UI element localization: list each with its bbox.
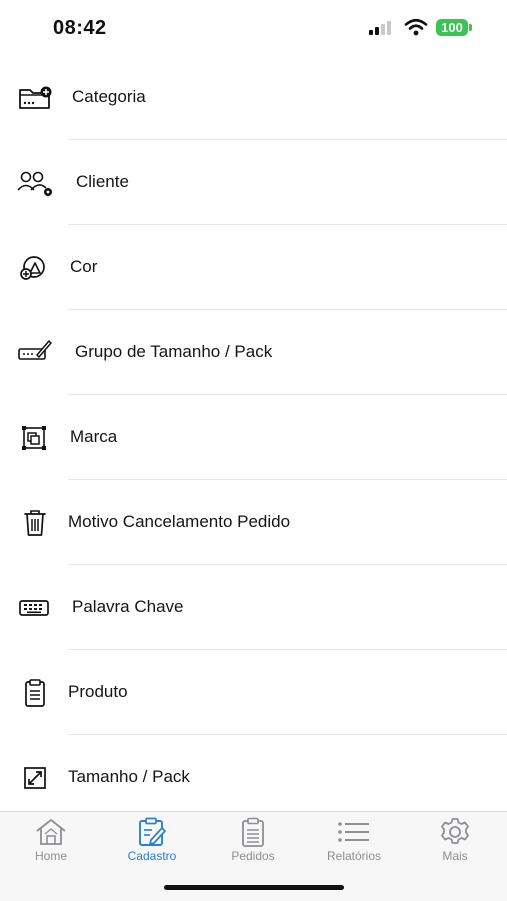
clipboard-icon [25, 679, 45, 707]
menu-item-palavra-chave[interactable]: Palavra Chave [0, 565, 507, 650]
wifi-icon [404, 18, 428, 36]
register-menu-list: Categoria Cliente Cor Grupo de Tamanho /… [0, 55, 507, 820]
menu-item-marca[interactable]: Marca [0, 395, 507, 480]
menu-item-categoria[interactable]: Categoria [0, 55, 507, 140]
brand-frame-icon [22, 426, 46, 450]
tab-label: Mais [442, 849, 468, 863]
menu-item-label: Cor [70, 257, 98, 276]
menu-item-label: Produto [68, 682, 128, 701]
menu-item-label: Grupo de Tamanho / Pack [75, 342, 273, 361]
orders-clipboard-icon [242, 817, 264, 847]
tab-label: Cadastro [127, 849, 177, 863]
menu-item-label: Marca [70, 427, 118, 446]
ruler-pencil-icon [18, 340, 52, 360]
tab-home[interactable]: Home [1, 812, 101, 872]
menu-item-grupo-tamanho-pack[interactable]: Grupo de Tamanho / Pack [0, 310, 507, 395]
tab-mais[interactable]: Mais [405, 812, 505, 872]
tab-pedidos[interactable]: Pedidos [203, 812, 303, 872]
tab-cadastro[interactable]: Cadastro [102, 812, 202, 872]
home-icon [36, 819, 66, 845]
menu-item-label: Tamanho / Pack [68, 767, 190, 786]
list-icon [338, 822, 369, 842]
edit-form-icon [139, 817, 166, 846]
status-time: 08:42 [53, 17, 107, 39]
keyboard-icon [19, 600, 49, 616]
tab-label: Relatórios [326, 849, 382, 863]
cellular-signal-icon [369, 21, 391, 35]
color-palette-icon [20, 256, 45, 280]
menu-item-cor[interactable]: Cor [0, 225, 507, 310]
battery-indicator: 100 [436, 19, 468, 36]
battery-tip [469, 24, 472, 31]
tab-label: Pedidos [231, 849, 275, 863]
home-indicator[interactable] [164, 885, 344, 890]
menu-item-label: Palavra Chave [72, 597, 184, 616]
menu-item-tamanho-pack[interactable]: Tamanho / Pack [0, 735, 507, 820]
folder-add-icon [19, 86, 52, 109]
menu-item-label: Categoria [72, 87, 146, 106]
tab-relatorios[interactable]: Relatórios [304, 812, 404, 872]
resize-icon [24, 767, 46, 789]
menu-item-cliente[interactable]: Cliente [0, 140, 507, 225]
menu-item-motivo-cancelamento[interactable]: Motivo Cancelamento Pedido [0, 480, 507, 565]
users-gear-icon [17, 171, 52, 196]
gear-icon [441, 818, 469, 844]
trash-icon [24, 510, 46, 536]
menu-item-label: Cliente [76, 172, 129, 191]
menu-item-produto[interactable]: Produto [0, 650, 507, 735]
tab-label: Home [34, 849, 67, 863]
status-bar: 08:42 100 [0, 0, 507, 56]
menu-item-label: Motivo Cancelamento Pedido [68, 512, 291, 531]
